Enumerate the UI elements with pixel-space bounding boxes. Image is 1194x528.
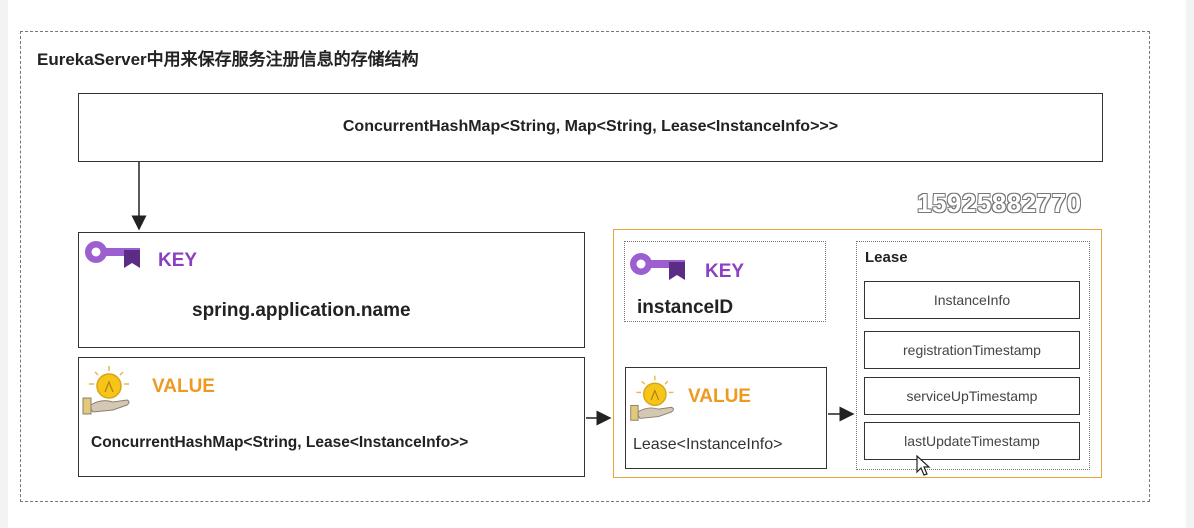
key-icon [630,253,685,280]
lightbulb-hand-icon [630,375,674,421]
outer-key-label: KEY [158,250,198,271]
mouse-cursor-icon [916,455,931,476]
outer-value-text: ConcurrentHashMap<String, Lease<Instance… [91,434,469,451]
outer-key-value: spring.application.name [192,300,411,321]
root-map-label: ConcurrentHashMap<String, Map<String, Le… [342,118,839,135]
key-icon [85,241,140,268]
diagram-title: EurekaServer中用来保存服务注册信息的存储结构 [37,50,419,69]
lease-title: Lease [865,249,908,266]
lease-field: InstanceInfo [864,281,1080,319]
inner-key-label: KEY [705,261,745,282]
outer-value-box [78,357,585,477]
watermark-number: 15925882770 [917,188,1082,218]
inner-key-value: instanceID [637,297,734,318]
lease-field: lastUpdateTimestamp [864,422,1080,460]
inner-value-label: VALUE [688,386,751,407]
root-map-box: ConcurrentHashMap<String, Map<String, Le… [78,93,1103,162]
lease-field: registrationTimestamp [864,331,1080,369]
lightbulb-hand-icon [82,366,130,415]
outer-key-box [78,232,585,348]
outer-value-label: VALUE [152,376,215,397]
inner-value-text: Lease<InstanceInfo> [633,436,783,453]
lease-field: serviceUpTimestamp [864,377,1080,415]
